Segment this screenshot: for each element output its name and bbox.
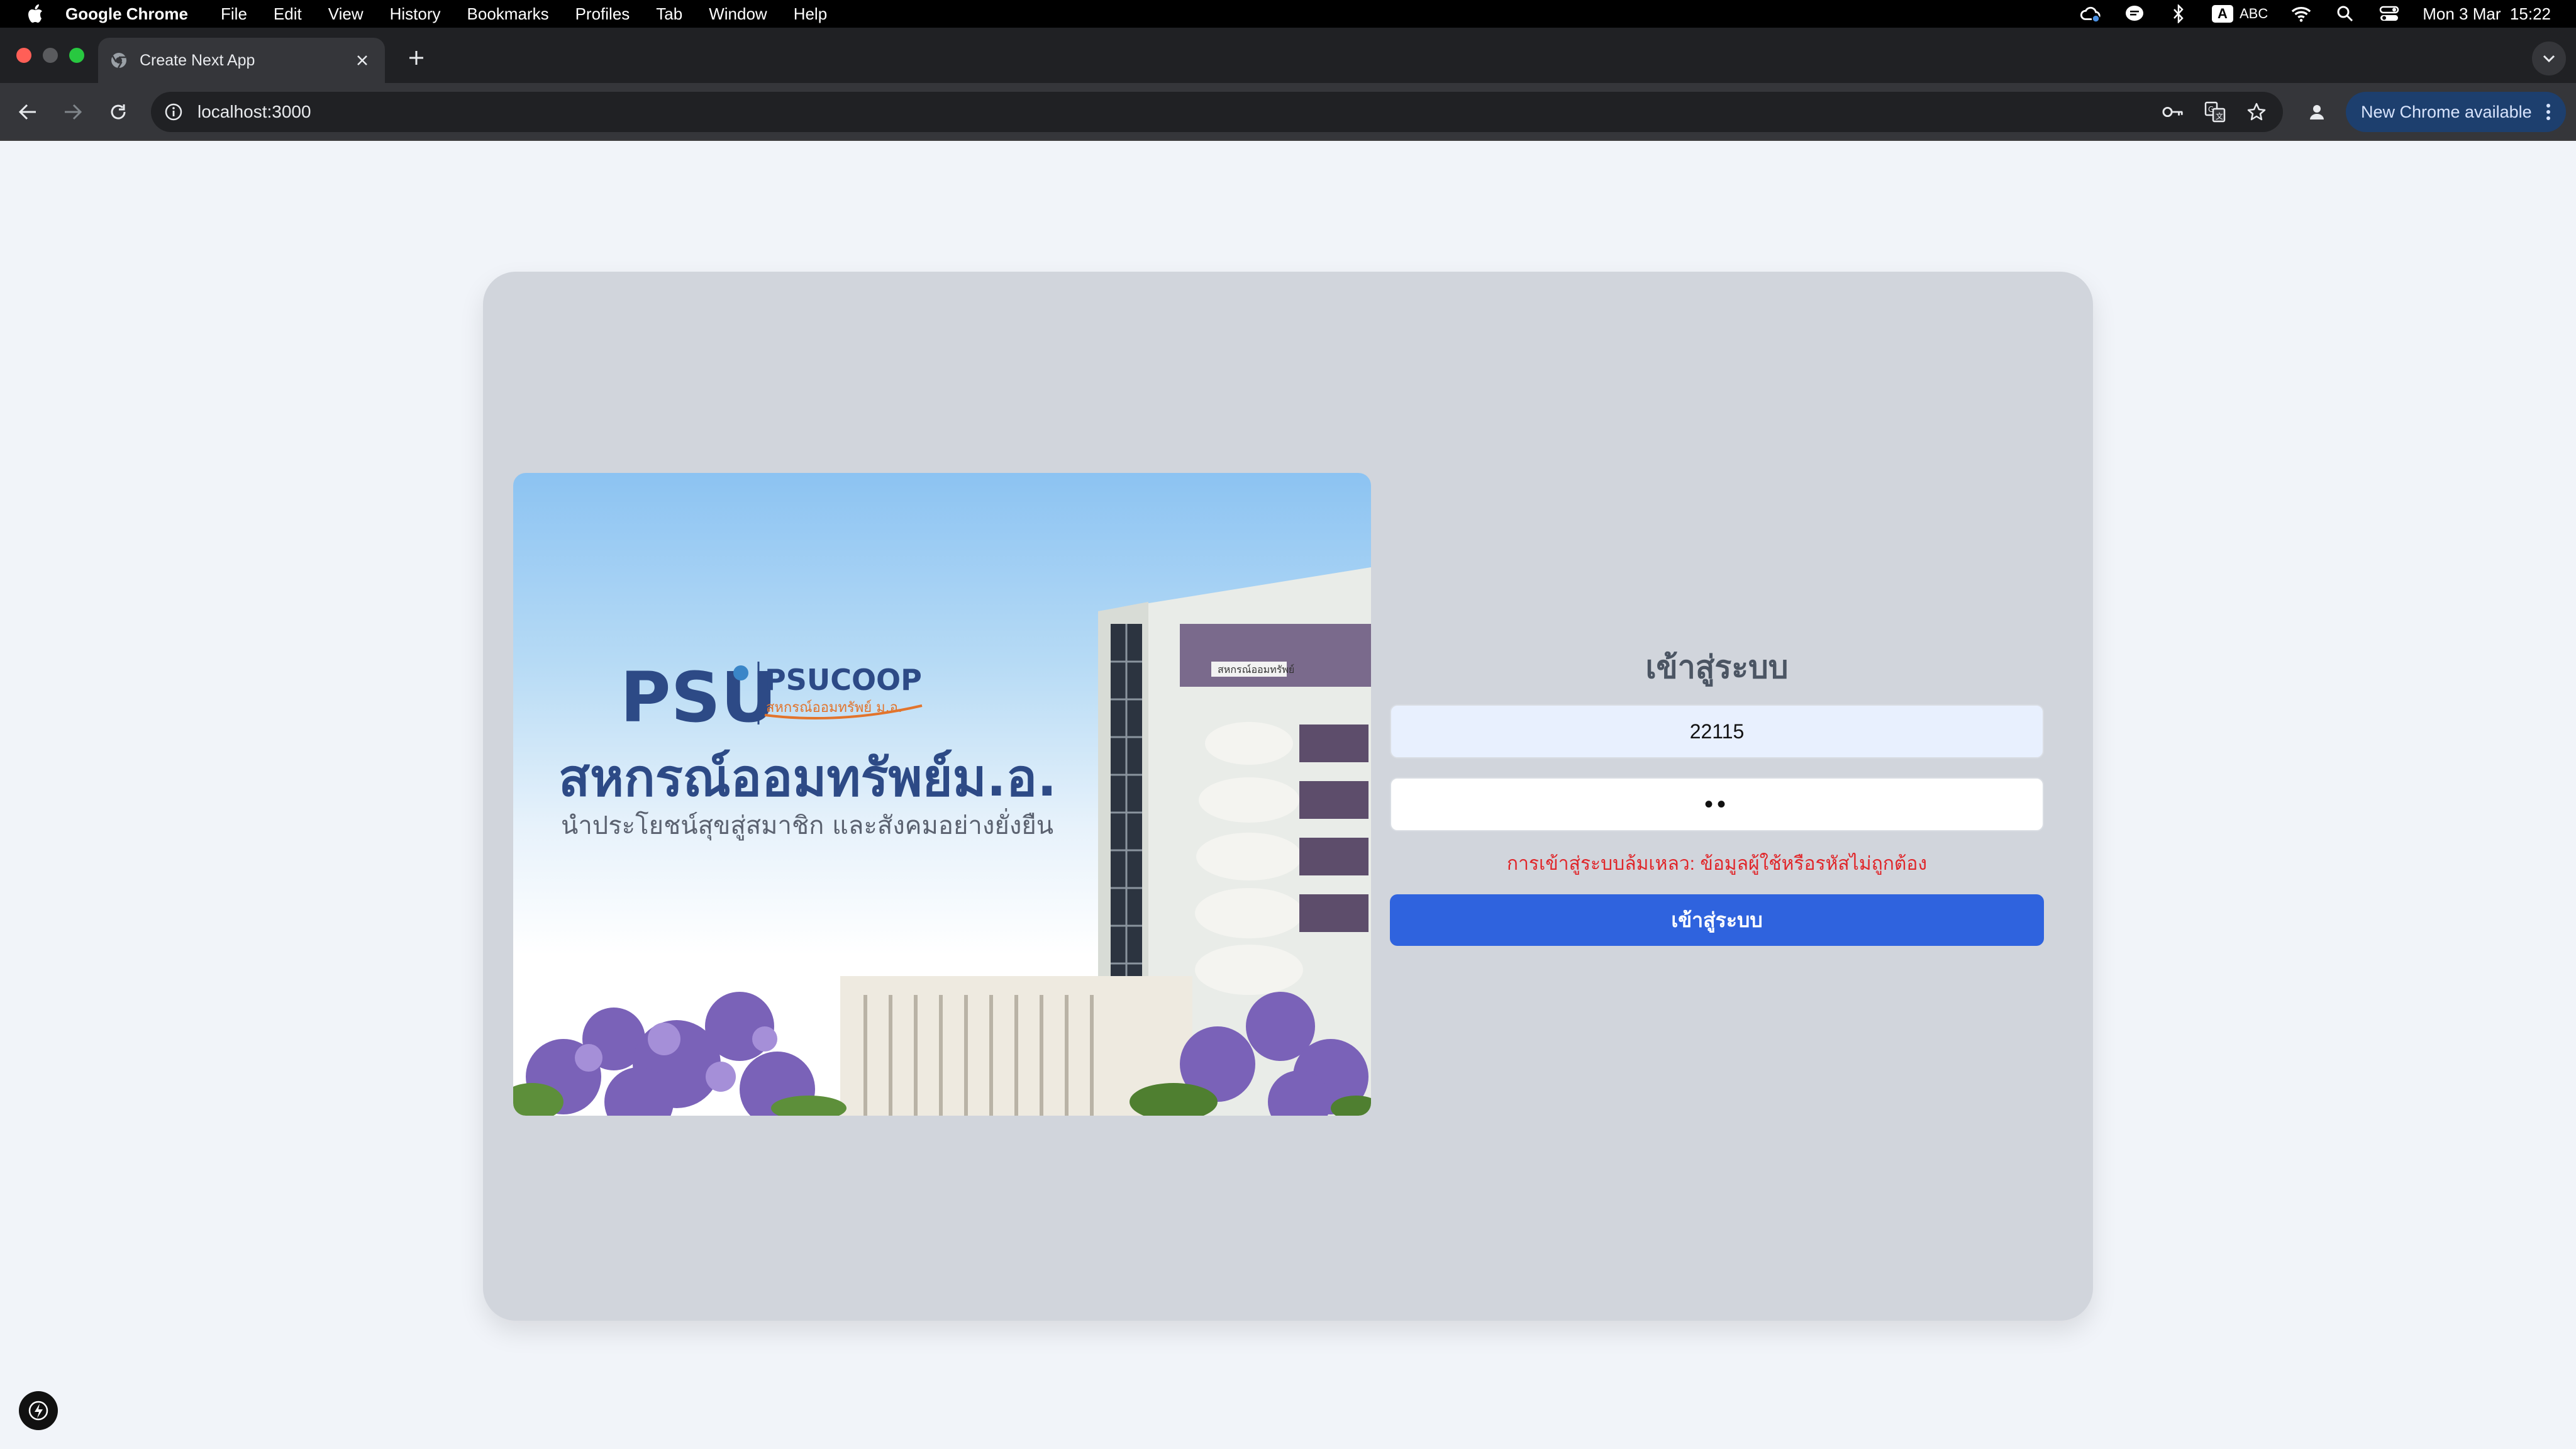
input-source-menu[interactable]: A ABC xyxy=(2211,5,2268,23)
more-vert-icon[interactable] xyxy=(2542,101,2555,123)
plus-icon[interactable] xyxy=(404,45,429,70)
menu-app-name[interactable]: Google Chrome xyxy=(65,4,188,24)
macos-menubar: Google Chrome File Edit View History Boo… xyxy=(0,0,2576,28)
apple-icon[interactable] xyxy=(25,3,44,25)
building-sign: สหกรณ์ออมทรัพย์ xyxy=(1218,663,1294,675)
psucoop-banner-image: สหกรณ์ออมทรัพย์ PSU PSUCOOP สหกรณ์ออมทรั… xyxy=(513,473,1371,1116)
wifi-icon[interactable] xyxy=(2290,4,2312,23)
login-submit-button[interactable]: เข้าสู่ระบบ xyxy=(1390,894,2044,946)
control-center-icon[interactable] xyxy=(2379,4,2400,23)
chrome-tab-favicon xyxy=(109,51,128,70)
url-text: localhost:3000 xyxy=(197,102,311,121)
chevron-down-icon[interactable] xyxy=(2532,42,2566,75)
creative-cloud-icon[interactable] xyxy=(2080,4,2101,23)
minimize-window-button[interactable] xyxy=(43,48,58,63)
password-field[interactable]: •• xyxy=(1390,777,2044,831)
translate-icon[interactable]: G文 xyxy=(2204,101,2226,123)
star-icon[interactable] xyxy=(2245,101,2268,123)
new-chrome-available-button[interactable]: New Chrome available xyxy=(2346,92,2566,132)
menu-profiles[interactable]: Profiles xyxy=(575,4,630,24)
input-source-label: ABC xyxy=(2239,6,2268,21)
psucoop-logo: PSUCOOP xyxy=(765,663,922,697)
back-icon[interactable] xyxy=(15,99,40,125)
chat-icon[interactable] xyxy=(2124,4,2145,23)
info-icon[interactable] xyxy=(162,101,185,123)
address-bar[interactable]: localhost:3000 G文 xyxy=(151,92,2283,132)
page-content: สหกรณ์ออมทรัพย์ PSU PSUCOOP สหกรณ์ออมทรั… xyxy=(0,141,2576,1449)
input-source-badge: A xyxy=(2211,5,2233,23)
svg-text:G: G xyxy=(2208,105,2214,114)
close-window-button[interactable] xyxy=(16,48,31,63)
menu-file[interactable]: File xyxy=(221,4,247,24)
login-card: สหกรณ์ออมทรัพย์ PSU PSUCOOP สหกรณ์ออมทรั… xyxy=(483,272,2093,1321)
close-icon[interactable] xyxy=(352,50,372,70)
active-tab[interactable]: Create Next App xyxy=(98,38,385,83)
nextjs-indicator-icon[interactable] xyxy=(19,1391,58,1430)
menu-history[interactable]: History xyxy=(390,4,441,24)
forward-icon[interactable] xyxy=(60,99,86,125)
username-field[interactable]: 22115 xyxy=(1390,704,2044,758)
bluetooth-icon[interactable] xyxy=(2168,4,2189,23)
browser-toolbar: localhost:3000 G文 New Chrome available xyxy=(0,83,2576,141)
svg-text:文: 文 xyxy=(2216,111,2223,121)
clock[interactable]: Mon 3 Mar 15:22 xyxy=(2423,4,2551,24)
login-form: เข้าสู่ระบบ 22115 •• การเข้าสู่ระบบล้มเห… xyxy=(1390,272,2044,1321)
tab-title: Create Next App xyxy=(140,51,255,69)
reload-icon[interactable] xyxy=(106,99,131,125)
spotlight-icon[interactable] xyxy=(2334,4,2356,23)
banner-slogan: นำประโยชน์สุขสู่สมาชิก และสังคมอย่างยั่ง… xyxy=(561,811,1054,840)
zoom-window-button[interactable] xyxy=(69,48,84,63)
menu-view[interactable]: View xyxy=(328,4,364,24)
update-label: New Chrome available xyxy=(2361,102,2532,121)
psu-logo: PSU xyxy=(620,657,777,738)
menu-help[interactable]: Help xyxy=(794,4,827,24)
browser-tabstrip: Create Next App xyxy=(0,28,2576,83)
window-controls xyxy=(16,48,84,63)
menu-edit[interactable]: Edit xyxy=(274,4,302,24)
menu-window[interactable]: Window xyxy=(709,4,767,24)
password-key-icon[interactable] xyxy=(2162,101,2185,123)
profile-icon[interactable] xyxy=(2304,99,2329,125)
login-error-message: การเข้าสู่ระบบล้มเหลว: ข้อมูลผู้ใช้หรือร… xyxy=(1506,853,1928,874)
menu-bookmarks[interactable]: Bookmarks xyxy=(467,4,549,24)
login-title: เข้าสู่ระบบ xyxy=(1645,650,1789,685)
menu-tab[interactable]: Tab xyxy=(656,4,682,24)
